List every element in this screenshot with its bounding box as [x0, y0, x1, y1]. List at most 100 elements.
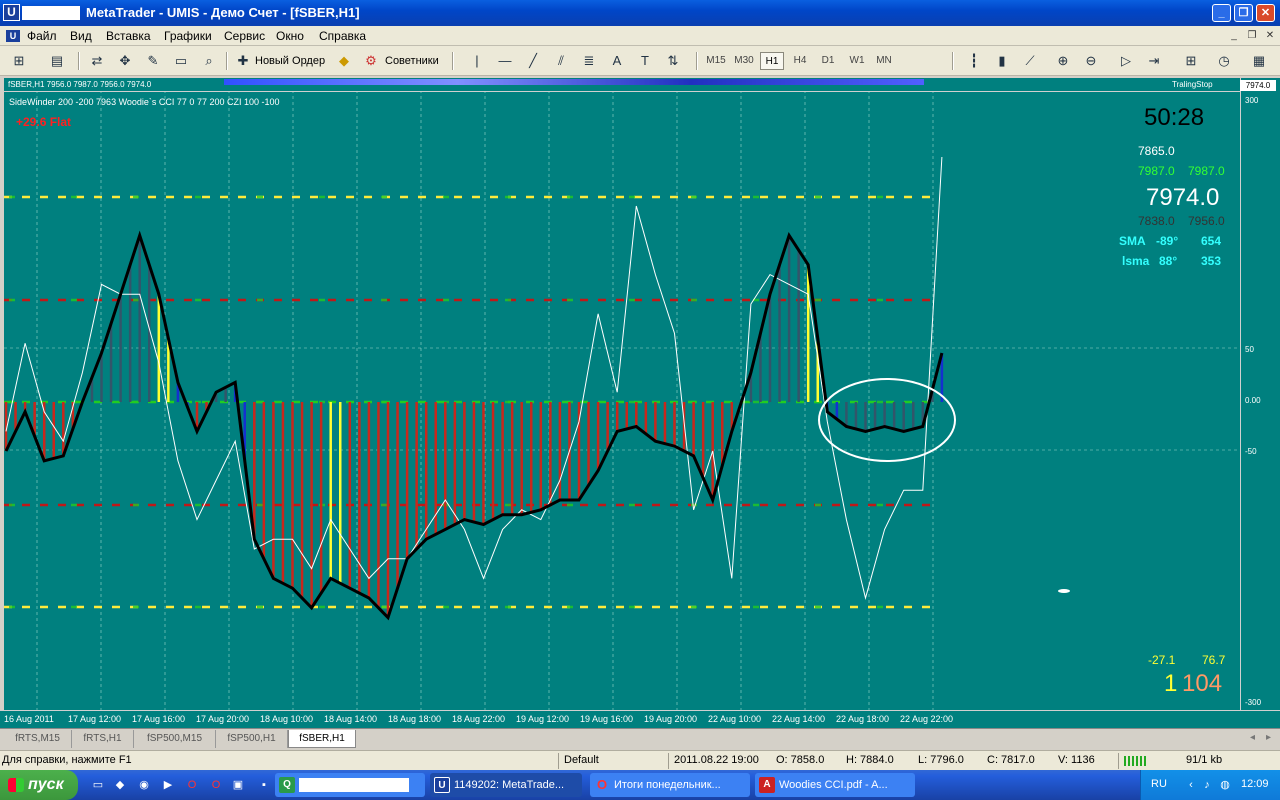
tab-frts-h1[interactable]: fRTS,H1 [72, 730, 134, 748]
mdi-minimize-button[interactable]: _ [1227, 29, 1241, 43]
horizontal-line-icon[interactable]: — [496, 52, 514, 70]
chart-shift-icon[interactable]: ⇥ [1145, 52, 1163, 70]
new-order-button[interactable]: Новый Ордер [255, 51, 325, 71]
language-indicator[interactable]: RU [1151, 778, 1167, 790]
trailing-stop-label[interactable]: TralingStop [1172, 80, 1213, 89]
lsma-label: lsma [1122, 254, 1150, 268]
text-label-icon[interactable]: T [636, 52, 654, 70]
arrows-icon[interactable]: ⇅ [664, 52, 682, 70]
minimize-button[interactable]: _ [1212, 4, 1231, 22]
quicklaunch-icon[interactable]: ◉ [136, 777, 152, 793]
redacted-task-label [299, 778, 409, 792]
tab-fsp500-m15[interactable]: fSP500,M15 [134, 730, 216, 748]
menu-tools[interactable]: Сервис [224, 29, 265, 43]
timeframe-h1[interactable]: H1 [760, 52, 784, 70]
mdi-close-button[interactable]: ✕ [1263, 29, 1277, 43]
new-chart-icon[interactable]: ⊞ [10, 52, 28, 70]
start-button[interactable]: пуск [0, 770, 78, 800]
timeframe-d1[interactable]: D1 [816, 52, 840, 70]
axis-label-50: 50 [1245, 345, 1254, 354]
profiles-icon[interactable]: ▤ [48, 52, 66, 70]
big-count: 104 [1182, 670, 1223, 697]
volume-icon[interactable]: ♪ [1199, 777, 1215, 793]
tab-frts-m15[interactable]: fRTS,M15 [4, 730, 72, 748]
time-label: 18 Aug 18:00 [388, 714, 442, 724]
data-window-icon[interactable]: ✎ [144, 52, 162, 70]
indicators-icon[interactable]: ⊞ [1182, 52, 1200, 70]
menu-file[interactable]: Файл [27, 29, 57, 43]
menu-view[interactable]: Вид [70, 29, 92, 43]
timeframe-m30[interactable]: M30 [732, 52, 756, 70]
line-chart-icon[interactable]: ⟋ [1021, 52, 1039, 70]
terminal-icon[interactable]: ▭ [172, 52, 190, 70]
status-datetime: 2011.08.22 19:00 [674, 754, 759, 766]
strategy-tester-icon[interactable]: ⌕ [200, 52, 218, 70]
maximize-button[interactable]: ❐ [1234, 4, 1253, 22]
quicklaunch-icon[interactable]: ▪ [256, 777, 272, 793]
price-top: 7865.0 [1138, 144, 1175, 158]
tab-scroll-left-icon[interactable]: ◂ [1250, 732, 1255, 743]
show-desktop-icon[interactable]: ▭ [90, 777, 106, 793]
opera-icon[interactable]: O [184, 777, 200, 793]
connection-status-icon[interactable] [1124, 756, 1148, 766]
network-icon[interactable]: ◍ [1217, 777, 1233, 793]
cursor-mark [1058, 589, 1070, 593]
equidistant-channel-icon[interactable]: ⫽ [552, 52, 570, 70]
axis-label-minus-50: -50 [1245, 447, 1257, 456]
axis-label-300: 300 [1245, 96, 1259, 105]
task-label: Woodies CCI.pdf - A... [779, 779, 888, 791]
menu-insert[interactable]: Вставка [106, 29, 151, 43]
task-redacted[interactable]: Q [275, 773, 425, 797]
auto-scroll-icon[interactable]: ▷ [1117, 52, 1135, 70]
floppy-icon[interactable]: ▣ [230, 777, 246, 793]
expert-advisors-icon[interactable]: ⚙ [362, 52, 380, 70]
q-icon: Q [279, 777, 295, 793]
menu-charts[interactable]: Графики [164, 29, 212, 43]
trendline-icon[interactable]: ╱ [524, 52, 542, 70]
opera-icon[interactable]: O [208, 777, 224, 793]
tab-fsp500-h1[interactable]: fSP500,H1 [216, 730, 288, 748]
opera-icon: O [596, 777, 608, 792]
quicklaunch-icon[interactable]: ◆ [112, 777, 128, 793]
timeframe-m15[interactable]: M15 [704, 52, 728, 70]
time-label: 22 Aug 18:00 [836, 714, 890, 724]
zoom-in-icon[interactable]: ⊕ [1054, 52, 1072, 70]
vertical-line-icon[interactable]: | [468, 52, 486, 70]
text-icon[interactable]: A [608, 52, 626, 70]
tab-scroll-right-icon[interactable]: ▸ [1266, 732, 1271, 743]
tray-arrow-icon[interactable]: ‹ [1183, 777, 1199, 793]
task-metatrader[interactable]: U 1149202: MetaTrade... [430, 773, 582, 797]
task-opera[interactable]: O Итоги понедельник... [590, 773, 750, 797]
menu-bar: U Файл Вид Вставка Графики Сервис Окно С… [0, 26, 1280, 46]
close-button[interactable]: ✕ [1256, 4, 1275, 22]
navigator-icon[interactable]: ✥ [116, 52, 134, 70]
status-profile[interactable]: Default [564, 754, 599, 766]
sma-angle: -89° [1156, 234, 1179, 248]
candlestick-icon[interactable]: ▮ [993, 52, 1011, 70]
timeframe-w1[interactable]: W1 [845, 52, 869, 70]
sma-value: 654 [1201, 234, 1222, 248]
timeframe-mn[interactable]: MN [872, 52, 896, 70]
periods-clock-icon[interactable]: ◷ [1215, 52, 1233, 70]
market-watch-icon[interactable]: ⇄ [88, 52, 106, 70]
tab-fsber-h1[interactable]: fSBER,H1 [288, 730, 356, 748]
chart-window-icon[interactable]: U [6, 30, 20, 42]
windows-logo-icon [8, 778, 24, 792]
time-label: 19 Aug 20:00 [644, 714, 698, 724]
title-bar: U MetaTrader - UMIS - Демо Счет - [fSBER… [0, 0, 1280, 26]
zoom-out-icon[interactable]: ⊖ [1082, 52, 1100, 70]
menu-help[interactable]: Справка [319, 29, 366, 43]
chart-window[interactable]: SideWinder 200 -200 7963 Woodie`s CCI 77… [4, 78, 1240, 710]
bar-chart-icon[interactable]: ┇ [965, 52, 983, 70]
media-player-icon[interactable]: ▶ [160, 777, 176, 793]
cci-chart-plot[interactable] [4, 78, 1240, 710]
new-order-icon[interactable]: ✚ [234, 52, 252, 70]
fibonacci-icon[interactable]: ≣ [580, 52, 598, 70]
templates-icon[interactable]: ▦ [1250, 52, 1268, 70]
mdi-restore-button[interactable]: ❐ [1245, 29, 1259, 43]
task-acrobat[interactable]: A Woodies CCI.pdf - A... [755, 773, 915, 797]
menu-window[interactable]: Окно [276, 29, 304, 43]
metaeditor-icon[interactable]: ◆ [335, 52, 353, 70]
timeframe-h4[interactable]: H4 [788, 52, 812, 70]
expert-advisors-button[interactable]: Советники [385, 51, 439, 71]
